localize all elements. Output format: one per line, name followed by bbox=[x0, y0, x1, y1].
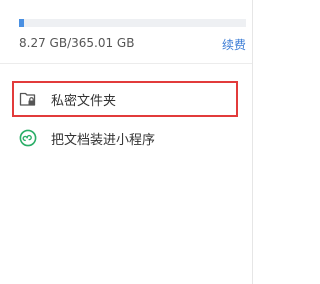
locked-folder-icon bbox=[19, 90, 37, 108]
menu-item-private-folder[interactable]: 私密文件夹 bbox=[12, 81, 238, 117]
mini-program-icon bbox=[19, 129, 37, 147]
storage-usage-text: 8.27 GB/365.01 GB bbox=[19, 36, 135, 50]
storage-usage-fill bbox=[19, 19, 25, 27]
menu-item-label: 把文档装进小程序 bbox=[51, 132, 156, 148]
divider bbox=[0, 63, 252, 64]
renew-link[interactable]: 续费 bbox=[222, 36, 246, 53]
storage-usage-bar bbox=[19, 19, 246, 27]
storage-menu-panel: 8.27 GB/365.01 GB 续费 私密文件夹 把文档装进小程序 bbox=[0, 0, 253, 284]
menu-item-mini-program[interactable]: 把文档装进小程序 bbox=[12, 120, 238, 156]
menu-item-label: 私密文件夹 bbox=[51, 93, 117, 109]
